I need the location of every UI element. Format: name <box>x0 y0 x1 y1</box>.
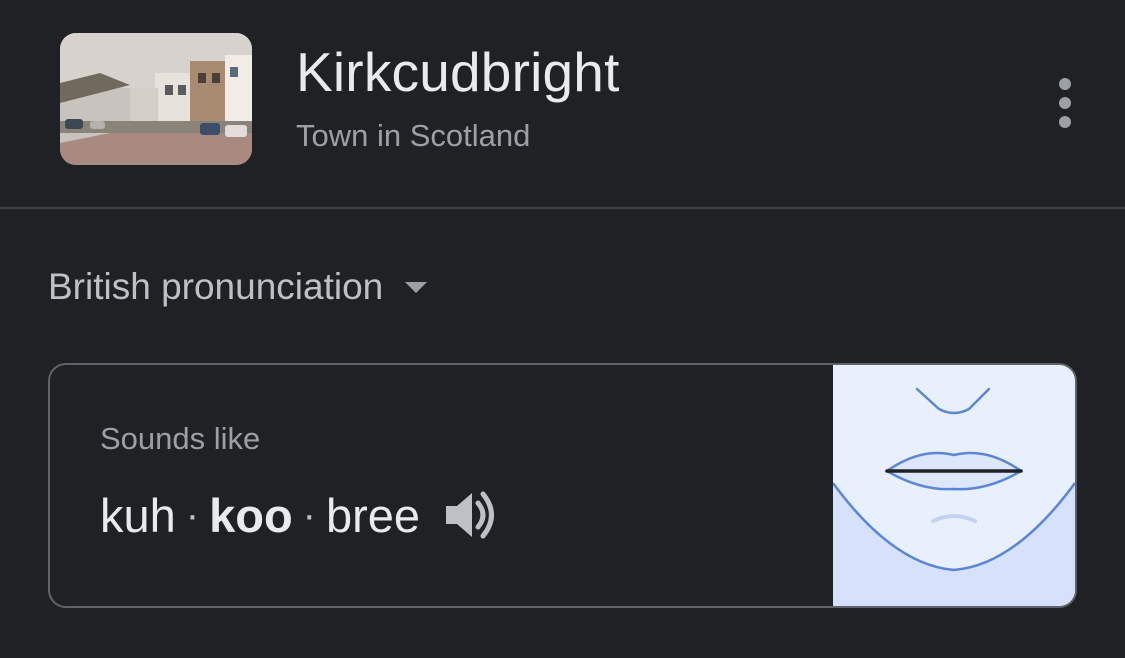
more-vert-icon[interactable] <box>1044 72 1086 134</box>
volume-up-icon[interactable] <box>442 489 500 541</box>
syllable-separator: · <box>185 492 200 537</box>
entity-subtitle: Town in Scotland <box>296 118 531 153</box>
entity-title: Kirkcudbright <box>296 41 620 103</box>
syllable: kuh <box>100 488 176 542</box>
syllable: bree <box>326 488 421 542</box>
sounds-like-label: Sounds like <box>100 421 261 456</box>
syllable-stressed: koo <box>209 488 293 542</box>
town-photo-image <box>60 33 252 165</box>
entity-header: Kirkcudbright Town in Scotland <box>0 0 1125 208</box>
pronunciation-language-label: British pronunciation <box>48 266 384 307</box>
arrow-drop-down-icon <box>405 281 428 293</box>
syllable-separator: · <box>302 492 316 537</box>
pronunciation-card: Sounds like kuh · koo · bree <box>48 363 1077 608</box>
phonetic-spelling: kuh · koo · bree <box>100 485 500 545</box>
mouth-diagram-icon <box>831 365 1075 606</box>
town-thumbnail[interactable] <box>60 33 252 165</box>
pronunciation-language-dropdown[interactable]: British pronunciation <box>48 262 428 312</box>
header-divider <box>0 207 1125 209</box>
